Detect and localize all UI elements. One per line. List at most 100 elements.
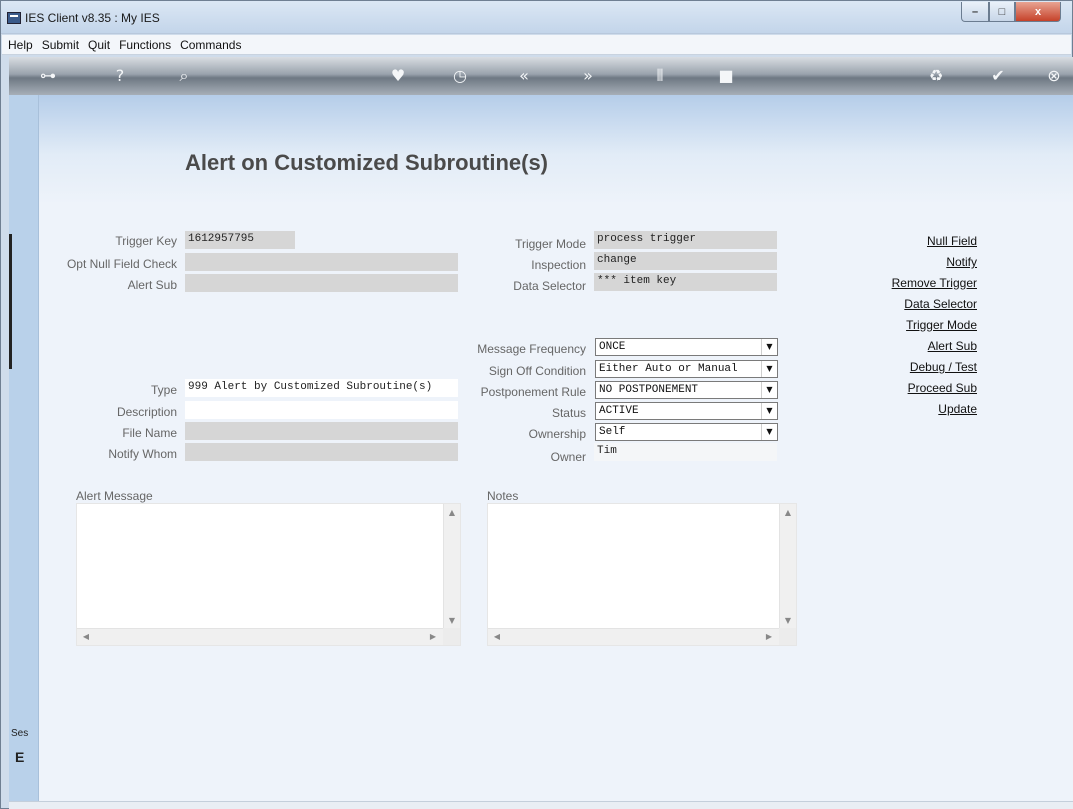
data-selector-link[interactable]: Data Selector bbox=[861, 297, 977, 311]
message-frequency-value: ONCE bbox=[599, 341, 626, 353]
app-window: IES Client v8.35 : My IES – □ x Help Sub… bbox=[0, 0, 1073, 809]
opt-null-field-check-label: Opt Null Field Check bbox=[66, 257, 177, 271]
menu-help[interactable]: Help bbox=[8, 38, 33, 52]
message-frequency-label: Message Frequency bbox=[477, 342, 586, 356]
menu-submit[interactable]: Submit bbox=[42, 38, 79, 52]
trigger-mode-field[interactable]: process trigger bbox=[594, 231, 777, 249]
window-title: IES Client v8.35 : My IES bbox=[25, 11, 160, 25]
chevron-down-icon[interactable]: ▼ bbox=[761, 361, 777, 377]
session-icon[interactable]: E bbox=[15, 749, 24, 765]
menu-commands[interactable]: Commands bbox=[180, 38, 241, 52]
data-selector-label: Data Selector bbox=[513, 279, 586, 293]
opt-null-field-check-field[interactable] bbox=[185, 253, 458, 271]
notes-label: Notes bbox=[487, 489, 519, 503]
trigger-mode-link[interactable]: Trigger Mode bbox=[861, 318, 977, 332]
ownership-select[interactable]: Self ▼ bbox=[595, 423, 778, 441]
trigger-mode-label: Trigger Mode bbox=[515, 237, 586, 251]
trigger-key-label: Trigger Key bbox=[115, 234, 177, 248]
scroll-right-icon[interactable]: ▶ bbox=[763, 632, 775, 641]
file-name-field[interactable] bbox=[185, 422, 458, 440]
notes-vscroll[interactable]: ▲ ▼ bbox=[779, 504, 796, 630]
notes-hscroll[interactable]: ◀ ▶ bbox=[488, 628, 779, 645]
scroll-up-icon[interactable]: ▲ bbox=[782, 508, 794, 517]
file-name-label: File Name bbox=[122, 426, 177, 440]
alert-message-hscroll[interactable]: ◀ ▶ bbox=[77, 628, 443, 645]
toolbar: ⊶ ? ⌕ ♥ ◷ « » ⫴ ■ ♻ ✔ ⊗ bbox=[9, 57, 1073, 95]
scroll-up-icon[interactable]: ▲ bbox=[446, 508, 458, 517]
remove-trigger-link[interactable]: Remove Trigger bbox=[861, 276, 977, 290]
message-frequency-select[interactable]: ONCE ▼ bbox=[595, 338, 778, 356]
trigger-key-field[interactable]: 1612957795 bbox=[185, 231, 295, 249]
status-bar bbox=[9, 801, 1073, 809]
key-icon[interactable]: ⊶ bbox=[37, 65, 59, 87]
update-link[interactable]: Update bbox=[861, 402, 977, 416]
page-title: Alert on Customized Subroutine(s) bbox=[185, 150, 548, 175]
notes-textarea[interactable]: ▲ ▼ ◀ ▶ bbox=[487, 503, 797, 646]
status-select[interactable]: ACTIVE ▼ bbox=[595, 402, 778, 420]
scroll-corner bbox=[443, 628, 460, 645]
heart-icon[interactable]: ♥ bbox=[387, 65, 409, 87]
chevron-down-icon[interactable]: ▼ bbox=[761, 403, 777, 419]
sign-off-condition-value: Either Auto or Manual bbox=[599, 363, 738, 375]
proceed-sub-link[interactable]: Proceed Sub bbox=[861, 381, 977, 395]
alert-sub-link[interactable]: Alert Sub bbox=[861, 339, 977, 353]
chevron-down-icon[interactable]: ▼ bbox=[761, 424, 777, 440]
type-label: Type bbox=[150, 383, 177, 397]
check-icon[interactable]: ✔ bbox=[987, 65, 1009, 87]
scroll-right-icon[interactable]: ▶ bbox=[427, 632, 439, 641]
type-field[interactable]: 999 Alert by Customized Subroutine(s) bbox=[185, 379, 458, 397]
description-label: Description bbox=[116, 405, 177, 419]
stop-icon[interactable]: ■ bbox=[715, 65, 737, 87]
maximize-button[interactable]: □ bbox=[989, 2, 1015, 22]
app-icon bbox=[7, 12, 21, 24]
scroll-left-icon[interactable]: ◀ bbox=[80, 632, 92, 641]
scroll-down-icon[interactable]: ▼ bbox=[782, 616, 794, 625]
status-value: ACTIVE bbox=[599, 405, 639, 417]
menu-quit[interactable]: Quit bbox=[88, 38, 110, 52]
recycle-icon[interactable]: ♻ bbox=[925, 65, 947, 87]
sign-off-condition-label: Sign Off Condition bbox=[488, 364, 586, 378]
notify-link[interactable]: Notify bbox=[861, 255, 977, 269]
left-frame bbox=[9, 95, 39, 801]
data-selector-field[interactable]: *** item key bbox=[594, 273, 777, 291]
notify-whom-label: Notify Whom bbox=[108, 447, 177, 461]
close-icon[interactable]: ⊗ bbox=[1043, 65, 1065, 87]
status-label: Status bbox=[551, 406, 586, 420]
null-field-link[interactable]: Null Field bbox=[861, 234, 977, 248]
session-label: Ses bbox=[11, 728, 29, 739]
rewind-icon[interactable]: « bbox=[513, 65, 535, 87]
menu-bar: Help Submit Quit Functions Commands bbox=[2, 35, 1071, 55]
scroll-left-icon[interactable]: ◀ bbox=[491, 632, 503, 641]
inspection-field[interactable]: change bbox=[594, 252, 777, 270]
ownership-label: Ownership bbox=[528, 427, 586, 441]
search-icon[interactable]: ⌕ bbox=[173, 65, 195, 87]
title-bar: IES Client v8.35 : My IES – □ x bbox=[1, 1, 1072, 34]
clock-icon[interactable]: ◷ bbox=[449, 65, 471, 87]
chevron-down-icon[interactable]: ▼ bbox=[761, 339, 777, 355]
postponement-rule-select[interactable]: NO POSTPONEMENT ▼ bbox=[595, 381, 778, 399]
left-frame-marker bbox=[9, 234, 12, 369]
menu-functions[interactable]: Functions bbox=[119, 38, 171, 52]
minimize-button[interactable]: – bbox=[961, 2, 989, 22]
alert-sub-field[interactable] bbox=[185, 274, 458, 292]
alert-sub-label: Alert Sub bbox=[127, 278, 177, 292]
scroll-down-icon[interactable]: ▼ bbox=[446, 616, 458, 625]
debug-test-link[interactable]: Debug / Test bbox=[861, 360, 977, 374]
owner-label: Owner bbox=[550, 450, 586, 464]
close-window-button[interactable]: x bbox=[1015, 2, 1061, 22]
sign-off-condition-select[interactable]: Either Auto or Manual ▼ bbox=[595, 360, 778, 378]
ownership-value: Self bbox=[599, 426, 626, 438]
alert-message-label: Alert Message bbox=[76, 489, 153, 503]
columns-icon[interactable]: ⫴ bbox=[649, 65, 671, 87]
chevron-down-icon[interactable]: ▼ bbox=[761, 382, 777, 398]
notify-whom-field[interactable] bbox=[185, 443, 458, 461]
alert-message-textarea[interactable]: ▲ ▼ ◀ ▶ bbox=[76, 503, 461, 646]
owner-field: Tim bbox=[594, 443, 777, 461]
forward-icon[interactable]: » bbox=[577, 65, 599, 87]
alert-message-vscroll[interactable]: ▲ ▼ bbox=[443, 504, 460, 630]
inspection-label: Inspection bbox=[531, 258, 586, 272]
postponement-rule-value: NO POSTPONEMENT bbox=[599, 384, 699, 396]
postponement-rule-label: Postponement Rule bbox=[480, 385, 586, 399]
help-icon[interactable]: ? bbox=[109, 65, 131, 87]
description-field[interactable] bbox=[185, 401, 458, 419]
